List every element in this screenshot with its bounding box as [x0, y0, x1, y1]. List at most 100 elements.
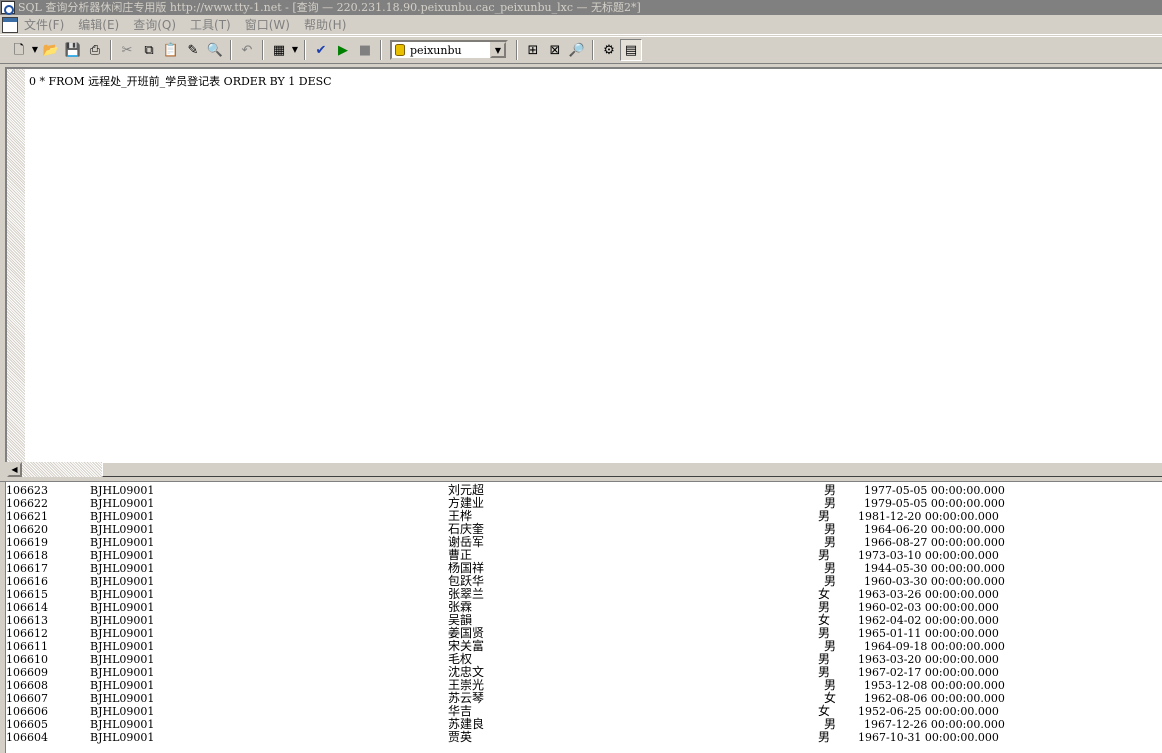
- window-title: SQL 查询分析器休闲庄专用版 http://www.tty-1.net - […: [18, 1, 641, 14]
- menu-file[interactable]: 文件(F): [24, 16, 64, 33]
- display-plan-icon[interactable]: 🔎: [566, 39, 588, 61]
- table-row[interactable]: 106611 BJHL09001 宋关富男 1964-09-18 00:00:00.0…: [6, 640, 1162, 654]
- cell-birthdate: 1979-05-05 00:00:00.000: [864, 497, 1005, 510]
- cell-birthdate: 1963-03-20 00:00:00.000: [858, 653, 999, 666]
- cell-birthdate: 1967-12-26 00:00:00.000: [864, 718, 1005, 731]
- scroll-left-arrow-icon[interactable]: ◀: [7, 462, 22, 477]
- table-row[interactable]: 106608 BJHL09001 王崇光男 1953-12-08 00:00:00.0…: [6, 679, 1162, 693]
- cell-birthdate: 1952-06-25 00:00:00.000: [858, 705, 999, 718]
- table-row[interactable]: 106618 BJHL09001 曹正男 1973-03-10 00:00:00.00…: [6, 549, 1162, 563]
- clear-icon[interactable]: ✎: [182, 39, 204, 61]
- toolbar-separator: [516, 40, 518, 60]
- toolbar-separator: [110, 40, 112, 60]
- find-icon[interactable]: 🔍: [204, 39, 226, 61]
- toolbar: 🗋 ▼ 📂 💾 ⎙ ✂ ⧉ 📋 ✎ 🔍 ↶ ▦ ▼ ✔ ▶ ■ peixunbu…: [0, 36, 1162, 64]
- execute-icon[interactable]: ▶: [332, 39, 354, 61]
- table-row[interactable]: 106616 BJHL09001 包跃华男 1960-03-30 00:00:00.0…: [6, 575, 1162, 589]
- editor-horizontal-scrollbar[interactable]: ◀: [5, 462, 1162, 477]
- paste-icon[interactable]: 📋: [160, 39, 182, 61]
- cell-birthdate: 1964-06-20 00:00:00.000: [864, 523, 1005, 536]
- cell-birthdate: 1964-09-18 00:00:00.000: [864, 640, 1005, 653]
- object-browser-icon[interactable]: ⊞: [522, 39, 544, 61]
- scrollbar-track[interactable]: [22, 462, 102, 477]
- open-folder-icon[interactable]: 📂: [40, 39, 62, 61]
- cell-birthdate: 1963-03-26 00:00:00.000: [858, 588, 999, 601]
- cell-class: BJHL09001: [90, 731, 155, 744]
- undo-icon[interactable]: ↶: [236, 39, 258, 61]
- cell-id: 106609: [6, 666, 48, 679]
- parse-check-icon[interactable]: ✔: [310, 39, 332, 61]
- query-editor[interactable]: 0 * FROM 远程处_开班前_学员登记表 ORDER BY 1 DESC: [5, 67, 1162, 462]
- cell-id: 106610: [6, 653, 48, 666]
- cell-birthdate: 1960-03-30 00:00:00.000: [864, 575, 1005, 588]
- results-pane[interactable]: 106623 BJHL09001 刘元超男 1977-05-05 00:00:00.0…: [5, 482, 1162, 753]
- print-icon[interactable]: ⎙: [84, 39, 106, 61]
- table-row[interactable]: 106620 BJHL09001 石庆奎男 1964-06-20 00:00:00.0…: [6, 523, 1162, 537]
- cut-icon[interactable]: ✂: [116, 39, 138, 61]
- cell-class: BJHL09001: [90, 575, 155, 588]
- table-row[interactable]: 106623 BJHL09001 刘元超男 1977-05-05 00:00:00.0…: [6, 484, 1162, 498]
- copy-icon[interactable]: ⧉: [138, 39, 160, 61]
- cell-id: 106623: [6, 484, 48, 497]
- cell-birthdate: 1981-12-20 00:00:00.000: [858, 510, 999, 523]
- cell-id: 106604: [6, 731, 48, 744]
- cell-id: 106611: [6, 640, 48, 653]
- table-row[interactable]: 106606 BJHL09001 华吉女 1952-06-25 00:00:00.00…: [6, 705, 1162, 719]
- object-search-icon[interactable]: ⊠: [544, 39, 566, 61]
- stop-icon[interactable]: ■: [354, 39, 376, 61]
- cell-id: 106607: [6, 692, 48, 705]
- results-dropdown-arrow-icon[interactable]: ▼: [290, 39, 300, 61]
- results-grid-icon[interactable]: ▦: [268, 39, 290, 61]
- cell-birthdate: 1944-05-30 00:00:00.000: [864, 562, 1005, 575]
- table-row[interactable]: 106613 BJHL09001 吴韻女 1962-04-02 00:00:00.00…: [6, 614, 1162, 628]
- table-row[interactable]: 106607 BJHL09001 苏云琴女 1962-08-06 00:00:00.0…: [6, 692, 1162, 706]
- table-row[interactable]: 106610 BJHL09001 毛权男 1963-03-20 00:00:00.00…: [6, 653, 1162, 667]
- cell-class: BJHL09001: [90, 484, 155, 497]
- cell-class: BJHL09001: [90, 640, 155, 653]
- cell-id: 106617: [6, 562, 48, 575]
- cell-id: 106620: [6, 523, 48, 536]
- grid-toggle-icon[interactable]: ▤: [620, 39, 642, 61]
- table-row[interactable]: 106622 BJHL09001 方建业男 1979-05-05 00:00:00.0…: [6, 497, 1162, 511]
- scrollbar-thumb[interactable]: [102, 462, 1162, 477]
- cell-gender: 男: [818, 730, 831, 744]
- database-select[interactable]: peixunbu ▼: [390, 40, 508, 60]
- chevron-down-icon[interactable]: ▼: [490, 42, 506, 58]
- editor-gutter: [7, 69, 25, 462]
- cell-class: BJHL09001: [90, 679, 155, 692]
- new-document-icon[interactable]: 🗋: [8, 39, 30, 61]
- table-row[interactable]: 106621 BJHL09001 王桦男 1981-12-20 00:00:00.00…: [6, 510, 1162, 524]
- cell-birthdate: 1965-01-11 00:00:00.000: [858, 627, 999, 640]
- cell-class: BJHL09001: [90, 653, 155, 666]
- cell-id: 106619: [6, 536, 48, 549]
- database-select-value: peixunbu: [410, 43, 462, 57]
- menu-tools[interactable]: 工具(T): [190, 16, 231, 33]
- document-window-icon[interactable]: [2, 16, 18, 33]
- table-row[interactable]: 106617 BJHL09001 杨国祥男 1944-05-30 00:00:00.0…: [6, 562, 1162, 576]
- new-dropdown-arrow-icon[interactable]: ▼: [30, 39, 40, 61]
- cell-class: BJHL09001: [90, 705, 155, 718]
- cell-id: 106618: [6, 549, 48, 562]
- table-row[interactable]: 106605 BJHL09001 苏建良男 1967-12-26 00:00:00.0…: [6, 718, 1162, 732]
- menu-window[interactable]: 窗口(W): [245, 16, 290, 33]
- table-row[interactable]: 106614 BJHL09001 张霖男 1960-02-03 00:00:00.00…: [6, 601, 1162, 615]
- menu-query[interactable]: 查询(Q): [133, 16, 176, 33]
- window-title-bar[interactable]: SQL 查询分析器休闲庄专用版 http://www.tty-1.net - […: [0, 0, 1162, 15]
- toolbar-separator: [380, 40, 382, 60]
- cell-id: 106621: [6, 510, 48, 523]
- menu-help[interactable]: 帮助(H): [304, 16, 346, 33]
- table-row[interactable]: 106615 BJHL09001 张翠兰女 1963-03-26 00:00:00.0…: [6, 588, 1162, 602]
- cell-birthdate: 1960-02-03 00:00:00.000: [858, 601, 999, 614]
- options-icon[interactable]: ⚙: [598, 39, 620, 61]
- table-row[interactable]: 106619 BJHL09001 谢岳军男 1966-08-27 00:00:00.0…: [6, 536, 1162, 550]
- save-icon[interactable]: 💾: [62, 39, 84, 61]
- menu-edit[interactable]: 编辑(E): [78, 16, 119, 33]
- table-row[interactable]: 106604 BJHL09001 贾英 男 1967-10-31 00:00:00.00…: [6, 730, 1162, 745]
- query-analyzer-icon: [1, 1, 15, 15]
- cell-name: 贾英: [448, 730, 473, 744]
- query-text[interactable]: 0 * FROM 远程处_开班前_学员登记表 ORDER BY 1 DESC: [29, 73, 332, 89]
- cell-id: 106608: [6, 679, 48, 692]
- table-row[interactable]: 106612 BJHL09001 姜国贤男 1965-01-11 00:00:00.0…: [6, 627, 1162, 641]
- table-row[interactable]: 106609 BJHL09001 沈忠文男 1967-02-17 00:00:00.0…: [6, 666, 1162, 680]
- cell-class: BJHL09001: [90, 614, 155, 627]
